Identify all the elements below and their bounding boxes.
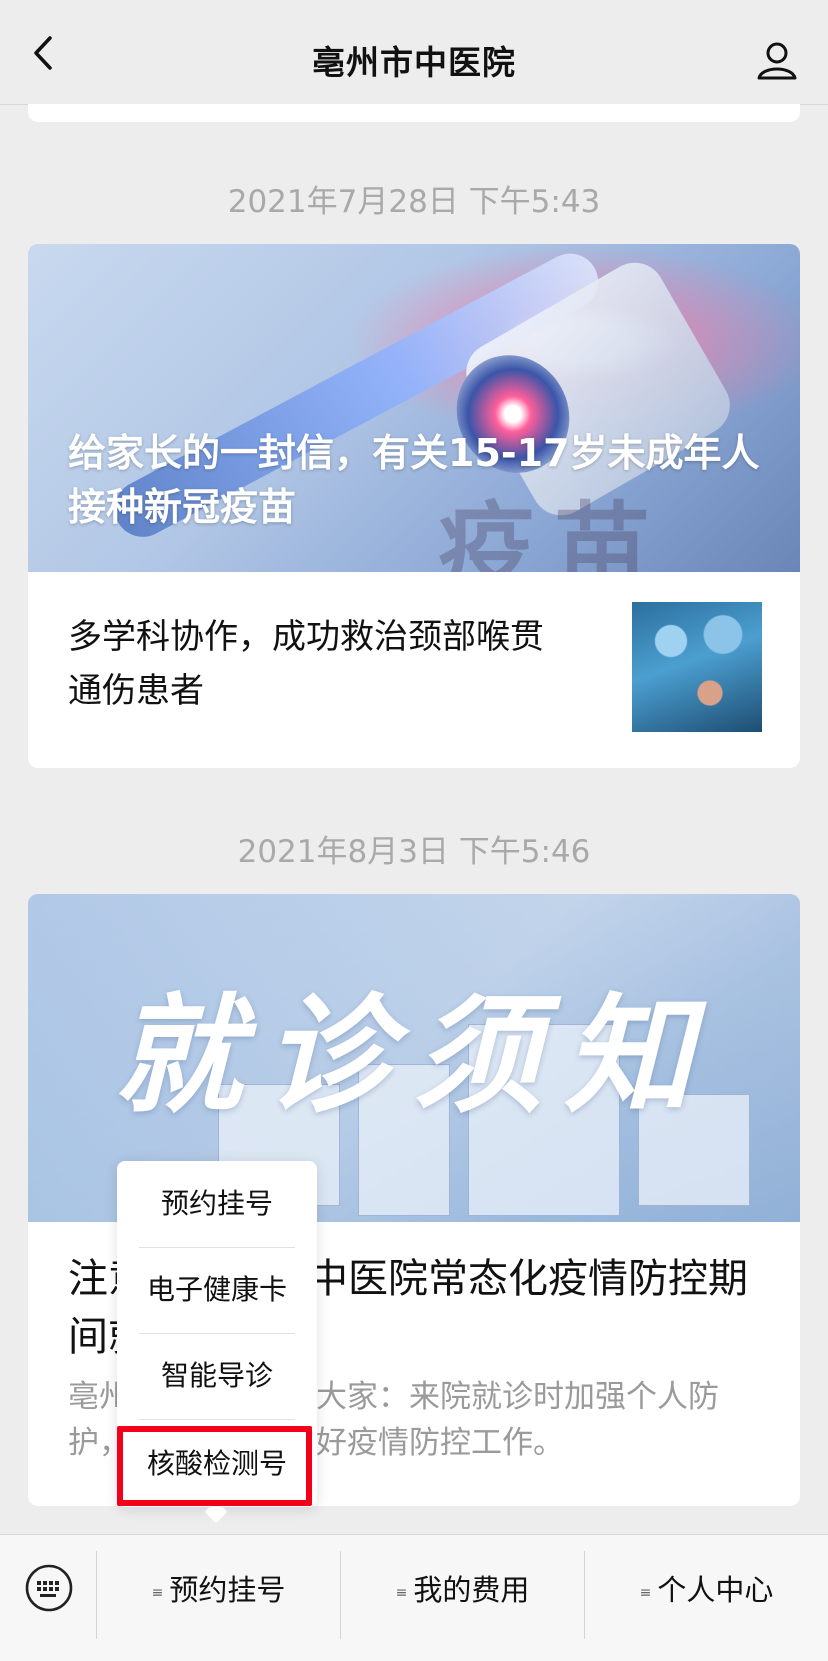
- page-title: 亳州市中医院: [312, 43, 516, 82]
- submenu-item-appointment[interactable]: 预约挂号: [139, 1161, 295, 1247]
- article-thumbnail: [632, 602, 762, 732]
- bottom-menu-appointment[interactable]: ≡ 预约挂号: [97, 1565, 340, 1615]
- bottom-menu-personal-center[interactable]: ≡ 个人中心: [585, 1565, 828, 1615]
- menu-lines-icon: ≡: [151, 1585, 164, 1601]
- divider: [139, 1419, 295, 1420]
- menu-lines-icon: ≡: [395, 1585, 408, 1601]
- keyboard-icon[interactable]: [24, 1563, 74, 1613]
- article-cover-title: 就诊须知: [113, 982, 714, 1131]
- nav-bar: 亳州市中医院: [0, 0, 828, 105]
- submenu-item-health-card[interactable]: 电子健康卡: [139, 1247, 295, 1333]
- article-card: 疫苗 给家长的一封信，有关15-17岁未成年人接种新冠疫苗 多学科协作，成功救治…: [28, 244, 800, 768]
- article-list-item[interactable]: 多学科协作，成功救治颈部喉贯通伤患者: [28, 572, 800, 768]
- highlight-box: [117, 1426, 312, 1506]
- previous-card-bottom: [28, 104, 800, 122]
- bottom-menu-label: 我的费用: [413, 1573, 530, 1607]
- timestamp: 2021年7月28日 下午5:43: [227, 184, 601, 220]
- timestamp: 2021年8月3日 下午5:46: [237, 834, 591, 870]
- bottom-menu-bar: ≡ 预约挂号 ≡ 我的费用 ≡ 个人中心: [0, 1534, 828, 1661]
- article-cover-title: 给家长的一封信，有关15-17岁未成年人接种新冠疫苗: [68, 431, 760, 529]
- article-cover[interactable]: 疫苗 给家长的一封信，有关15-17岁未成年人接种新冠疫苗: [28, 244, 800, 572]
- menu-lines-icon: ≡: [639, 1585, 652, 1601]
- bottom-menu-my-fees[interactable]: ≡ 我的费用: [341, 1565, 584, 1615]
- bottom-menu-label: 预约挂号: [169, 1573, 286, 1607]
- profile-icon[interactable]: [754, 38, 800, 84]
- bottom-menu-label: 个人中心: [657, 1573, 774, 1607]
- article-item-title: 多学科协作，成功救治颈部喉贯通伤患者: [68, 617, 544, 711]
- submenu-item-smart-guide[interactable]: 智能导诊: [139, 1333, 295, 1419]
